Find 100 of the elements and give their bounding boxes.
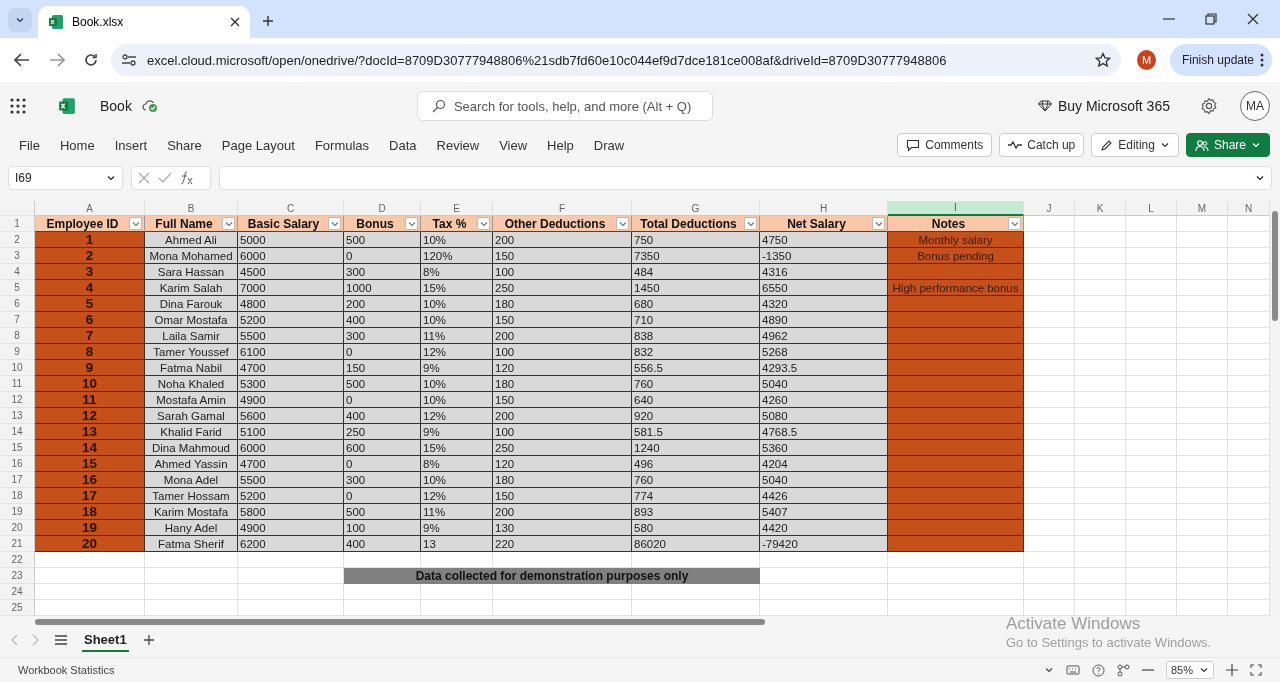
grid-cell[interactable] <box>1177 312 1228 328</box>
settings-icon[interactable] <box>1200 97 1218 115</box>
grid-cell[interactable] <box>1075 344 1126 360</box>
grid-cell[interactable] <box>1024 296 1075 312</box>
grid-cell[interactable] <box>1177 440 1228 456</box>
grid-cell[interactable] <box>1075 296 1126 312</box>
grid-cell[interactable] <box>1075 232 1126 248</box>
grid-cell[interactable] <box>1177 232 1228 248</box>
address-bar[interactable]: excel.cloud.microsoft/open/onedrive/?docId=8709D30777948806%21sdb7fd60e10c044ef9d7dce181ce008af&driveId=8709D30777948806 <box>111 44 1122 76</box>
comments-button[interactable]: Comments <box>897 133 993 157</box>
column-header[interactable]: B <box>145 201 238 216</box>
grid-cell[interactable] <box>1177 360 1228 376</box>
menu-tab[interactable]: View <box>490 133 539 157</box>
column-header[interactable]: A <box>35 201 145 216</box>
account-avatar[interactable]: MA <box>1240 91 1270 121</box>
name-box[interactable]: I69 <box>8 166 123 190</box>
filter-button[interactable] <box>872 217 885 230</box>
grid-cell[interactable] <box>35 568 145 584</box>
grid-cell[interactable] <box>35 584 145 600</box>
grid-cell[interactable] <box>1075 520 1126 536</box>
column-header[interactable]: H <box>760 201 888 216</box>
grid-cell[interactable] <box>1075 392 1126 408</box>
grid-cell[interactable] <box>1024 440 1075 456</box>
grid-cell[interactable] <box>344 584 421 600</box>
column-header[interactable]: M <box>1177 201 1228 216</box>
grid-cell[interactable] <box>1177 392 1228 408</box>
grid-cell[interactable] <box>1024 216 1075 232</box>
grid-cell[interactable] <box>1024 504 1075 520</box>
grid-cell[interactable] <box>1126 248 1177 264</box>
grid-cell[interactable] <box>1177 504 1228 520</box>
grid-cell[interactable] <box>1024 568 1075 584</box>
grid-cell[interactable] <box>1075 504 1126 520</box>
grid-cell[interactable] <box>1177 296 1228 312</box>
grid-cell[interactable] <box>1075 408 1126 424</box>
grid-cell[interactable] <box>1177 408 1228 424</box>
grid-cell[interactable] <box>1075 248 1126 264</box>
grid-cell[interactable] <box>1075 456 1126 472</box>
menu-tab[interactable]: Formulas <box>305 133 381 157</box>
sheet-tab[interactable]: Sheet1 <box>82 628 129 652</box>
grid-cell[interactable] <box>35 552 145 568</box>
menu-tab[interactable]: Data <box>380 133 428 157</box>
grid-cell[interactable] <box>1126 296 1177 312</box>
filter-button[interactable] <box>405 217 418 230</box>
menu-tab[interactable]: Insert <box>105 133 159 157</box>
grid-cell[interactable] <box>760 584 888 600</box>
grid-cell[interactable] <box>1126 312 1177 328</box>
grid-cell[interactable] <box>888 552 1024 568</box>
grid-cell[interactable] <box>1024 328 1075 344</box>
grid-cell[interactable] <box>1177 216 1228 232</box>
grid-cell[interactable] <box>1075 328 1126 344</box>
grid-cell[interactable] <box>1024 424 1075 440</box>
grid-cell[interactable] <box>1126 392 1177 408</box>
star-icon[interactable] <box>1095 52 1112 68</box>
grid-cell[interactable] <box>1177 328 1228 344</box>
site-settings-icon[interactable] <box>121 53 138 67</box>
grid-cell[interactable] <box>1075 312 1126 328</box>
fullscreen-icon[interactable] <box>1250 664 1262 676</box>
close-icon[interactable] <box>230 17 240 27</box>
grid-cell[interactable] <box>1024 376 1075 392</box>
menu-tab[interactable]: Share <box>158 133 213 157</box>
grid-cell[interactable] <box>1075 424 1126 440</box>
grid-cell[interactable] <box>1024 552 1075 568</box>
search-field[interactable]: Search for tools, help, and more (Alt + Q) <box>416 91 713 121</box>
zoom-dropdown[interactable]: 85% <box>1165 661 1214 679</box>
grid-cell[interactable] <box>1126 472 1177 488</box>
column-header[interactable]: K <box>1075 201 1126 216</box>
help-icon[interactable] <box>1091 663 1105 677</box>
menu-tab[interactable]: Help <box>538 133 585 157</box>
grid-cell[interactable] <box>1024 344 1075 360</box>
column-header[interactable]: J <box>1024 201 1075 216</box>
menu-tab[interactable]: Page Layout <box>212 133 306 157</box>
connection-icon[interactable] <box>1116 663 1130 677</box>
grid-cell[interactable] <box>1024 472 1075 488</box>
grid-cell[interactable] <box>1177 568 1228 584</box>
grid-cell[interactable] <box>238 552 344 568</box>
grid-cell[interactable] <box>145 568 238 584</box>
column-header[interactable]: C <box>238 201 344 216</box>
grid-cell[interactable] <box>1177 472 1228 488</box>
check-icon[interactable] <box>158 172 172 184</box>
grid-cell[interactable] <box>421 584 493 600</box>
grid-cell[interactable] <box>1024 392 1075 408</box>
filter-button[interactable] <box>129 217 142 230</box>
grid-cell[interactable] <box>1075 376 1126 392</box>
previous-sheet-button[interactable] <box>10 634 18 646</box>
grid-cell[interactable] <box>1024 232 1075 248</box>
cancel-icon[interactable] <box>138 172 150 184</box>
grid-cell[interactable] <box>888 584 1024 600</box>
grid-cell[interactable] <box>493 584 632 600</box>
grid-cell[interactable] <box>1126 584 1177 600</box>
grid-cell[interactable] <box>1075 280 1126 296</box>
grid-cell[interactable] <box>1177 520 1228 536</box>
grid-cell[interactable] <box>760 568 888 584</box>
grid-cell[interactable] <box>1177 424 1228 440</box>
scroll-thumb[interactable] <box>35 619 765 625</box>
grid-cell[interactable] <box>1177 456 1228 472</box>
column-header[interactable]: L <box>1126 201 1177 216</box>
next-sheet-button[interactable] <box>32 634 40 646</box>
add-sheet-button[interactable] <box>142 634 155 646</box>
grid-cell[interactable] <box>1126 520 1177 536</box>
column-header[interactable]: D <box>344 201 421 216</box>
